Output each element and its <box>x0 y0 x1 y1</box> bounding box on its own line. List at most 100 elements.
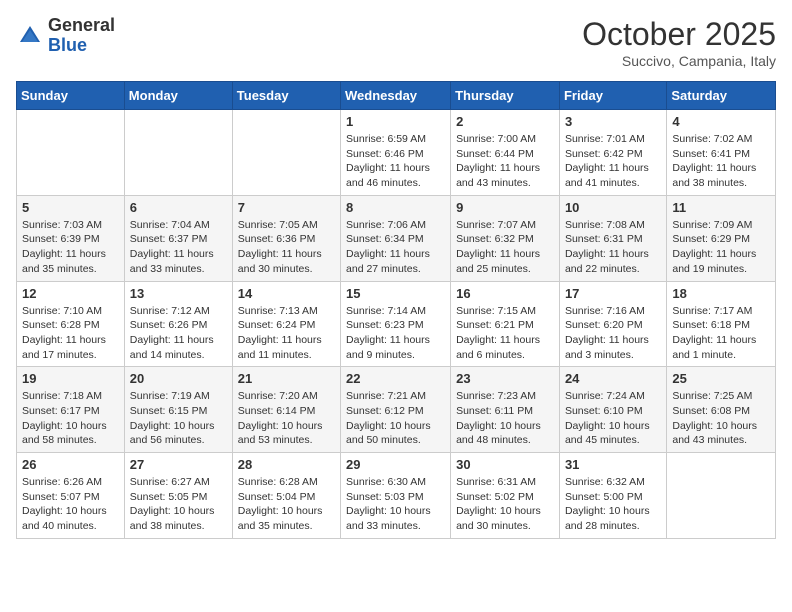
day-info: Sunrise: 7:18 AM Sunset: 6:17 PM Dayligh… <box>22 389 119 448</box>
calendar-cell: 26Sunrise: 6:26 AM Sunset: 5:07 PM Dayli… <box>17 453 125 539</box>
calendar-cell: 10 Sunrise: 7:08 AM Sunset: 6:31 PM Dayli… <box>559 195 666 281</box>
title-block: October 2025 Succivo, Campania, Italy <box>582 16 776 69</box>
day-number: 3 <box>565 114 661 129</box>
page-header: General Blue October 2025 Succivo, Campa… <box>16 16 776 69</box>
day-info: Sunrise: 6:28 AM Sunset: 5:04 PM Dayligh… <box>238 475 335 534</box>
calendar-cell: 15 Sunrise: 7:14 AM Sunset: 6:23 PM Dayli… <box>341 281 451 367</box>
calendar-cell: 20Sunrise: 7:19 AM Sunset: 6:15 PM Dayli… <box>124 367 232 453</box>
day-info: Sunrise: 6:27 AM Sunset: 5:05 PM Dayligh… <box>130 475 227 534</box>
weekday-header: Thursday <box>451 82 560 110</box>
calendar-week-row: 12Sunrise: 7:10 AM Sunset: 6:28 PM Dayli… <box>17 281 776 367</box>
calendar-cell: 19 Sunrise: 7:18 AM Sunset: 6:17 PM Dayli… <box>17 367 125 453</box>
calendar-week-row: 26Sunrise: 6:26 AM Sunset: 5:07 PM Dayli… <box>17 453 776 539</box>
calendar-cell: 14Sunrise: 7:13 AM Sunset: 6:24 PM Dayli… <box>232 281 340 367</box>
logo-general-text: General <box>48 16 115 36</box>
calendar-cell: 2 Sunrise: 7:00 AM Sunset: 6:44 PM Daylig… <box>451 110 560 196</box>
day-number: 23 <box>456 371 554 386</box>
day-number: 11 <box>672 200 770 215</box>
day-number: 12 <box>22 286 119 301</box>
calendar-cell <box>667 453 776 539</box>
day-number: 15 <box>346 286 445 301</box>
day-number: 24 <box>565 371 661 386</box>
day-info: Sunrise: 7:00 AM Sunset: 6:44 PM Dayligh… <box>456 132 554 191</box>
calendar-cell: 27 Sunrise: 6:27 AM Sunset: 5:05 PM Dayli… <box>124 453 232 539</box>
day-info: Sunrise: 7:01 AM Sunset: 6:42 PM Dayligh… <box>565 132 661 191</box>
day-info: Sunrise: 6:32 AM Sunset: 5:00 PM Dayligh… <box>565 475 661 534</box>
calendar-cell: 29 Sunrise: 6:30 AM Sunset: 5:03 PM Dayli… <box>341 453 451 539</box>
calendar-cell: 21Sunrise: 7:20 AM Sunset: 6:14 PM Dayli… <box>232 367 340 453</box>
day-number: 10 <box>565 200 661 215</box>
day-info: Sunrise: 7:25 AM Sunset: 6:08 PM Dayligh… <box>672 389 770 448</box>
calendar-cell: 9 Sunrise: 7:07 AM Sunset: 6:32 PM Daylig… <box>451 195 560 281</box>
day-number: 28 <box>238 457 335 472</box>
calendar-cell: 17 Sunrise: 7:16 AM Sunset: 6:20 PM Dayli… <box>559 281 666 367</box>
day-info: Sunrise: 7:02 AM Sunset: 6:41 PM Dayligh… <box>672 132 770 191</box>
calendar-cell <box>124 110 232 196</box>
day-info: Sunrise: 7:06 AM Sunset: 6:34 PM Dayligh… <box>346 218 445 277</box>
day-number: 17 <box>565 286 661 301</box>
day-info: Sunrise: 7:24 AM Sunset: 6:10 PM Dayligh… <box>565 389 661 448</box>
weekday-header: Monday <box>124 82 232 110</box>
calendar-cell: 6 Sunrise: 7:04 AM Sunset: 6:37 PM Daylig… <box>124 195 232 281</box>
location-subtitle: Succivo, Campania, Italy <box>582 53 776 69</box>
day-number: 21 <box>238 371 335 386</box>
day-info: Sunrise: 7:16 AM Sunset: 6:20 PM Dayligh… <box>565 304 661 363</box>
day-number: 31 <box>565 457 661 472</box>
day-info: Sunrise: 7:09 AM Sunset: 6:29 PM Dayligh… <box>672 218 770 277</box>
day-info: Sunrise: 7:13 AM Sunset: 6:24 PM Dayligh… <box>238 304 335 363</box>
calendar-table: SundayMondayTuesdayWednesdayThursdayFrid… <box>16 81 776 539</box>
day-number: 9 <box>456 200 554 215</box>
day-info: Sunrise: 7:21 AM Sunset: 6:12 PM Dayligh… <box>346 389 445 448</box>
weekday-header: Wednesday <box>341 82 451 110</box>
calendar-cell <box>17 110 125 196</box>
day-number: 4 <box>672 114 770 129</box>
calendar-week-row: 1Sunrise: 6:59 AM Sunset: 6:46 PM Daylig… <box>17 110 776 196</box>
day-number: 2 <box>456 114 554 129</box>
calendar-cell: 16 Sunrise: 7:15 AM Sunset: 6:21 PM Dayli… <box>451 281 560 367</box>
calendar-week-row: 5Sunrise: 7:03 AM Sunset: 6:39 PM Daylig… <box>17 195 776 281</box>
logo-text: General Blue <box>48 16 115 56</box>
logo: General Blue <box>16 16 115 56</box>
calendar-cell: 1Sunrise: 6:59 AM Sunset: 6:46 PM Daylig… <box>341 110 451 196</box>
logo-blue-text: Blue <box>48 36 115 56</box>
day-info: Sunrise: 7:05 AM Sunset: 6:36 PM Dayligh… <box>238 218 335 277</box>
calendar-week-row: 19 Sunrise: 7:18 AM Sunset: 6:17 PM Dayli… <box>17 367 776 453</box>
day-number: 26 <box>22 457 119 472</box>
weekday-header: Friday <box>559 82 666 110</box>
calendar-cell <box>232 110 340 196</box>
day-number: 8 <box>346 200 445 215</box>
day-info: Sunrise: 7:08 AM Sunset: 6:31 PM Dayligh… <box>565 218 661 277</box>
calendar-cell: 18Sunrise: 7:17 AM Sunset: 6:18 PM Dayli… <box>667 281 776 367</box>
day-number: 16 <box>456 286 554 301</box>
calendar-cell: 7 Sunrise: 7:05 AM Sunset: 6:36 PM Daylig… <box>232 195 340 281</box>
calendar-cell: 22Sunrise: 7:21 AM Sunset: 6:12 PM Dayli… <box>341 367 451 453</box>
calendar-cell: 30 Sunrise: 6:31 AM Sunset: 5:02 PM Dayli… <box>451 453 560 539</box>
day-info: Sunrise: 7:17 AM Sunset: 6:18 PM Dayligh… <box>672 304 770 363</box>
month-title: October 2025 <box>582 16 776 53</box>
day-info: Sunrise: 7:07 AM Sunset: 6:32 PM Dayligh… <box>456 218 554 277</box>
day-number: 27 <box>130 457 227 472</box>
calendar-cell: 5Sunrise: 7:03 AM Sunset: 6:39 PM Daylig… <box>17 195 125 281</box>
calendar-cell: 11 Sunrise: 7:09 AM Sunset: 6:29 PM Dayli… <box>667 195 776 281</box>
day-number: 13 <box>130 286 227 301</box>
day-info: Sunrise: 6:59 AM Sunset: 6:46 PM Dayligh… <box>346 132 445 191</box>
day-info: Sunrise: 7:23 AM Sunset: 6:11 PM Dayligh… <box>456 389 554 448</box>
day-number: 6 <box>130 200 227 215</box>
day-info: Sunrise: 7:12 AM Sunset: 6:26 PM Dayligh… <box>130 304 227 363</box>
weekday-header: Tuesday <box>232 82 340 110</box>
day-info: Sunrise: 7:04 AM Sunset: 6:37 PM Dayligh… <box>130 218 227 277</box>
day-info: Sunrise: 7:15 AM Sunset: 6:21 PM Dayligh… <box>456 304 554 363</box>
day-info: Sunrise: 7:14 AM Sunset: 6:23 PM Dayligh… <box>346 304 445 363</box>
day-info: Sunrise: 6:30 AM Sunset: 5:03 PM Dayligh… <box>346 475 445 534</box>
logo-icon <box>16 22 44 50</box>
day-number: 19 <box>22 371 119 386</box>
day-number: 25 <box>672 371 770 386</box>
day-number: 30 <box>456 457 554 472</box>
day-info: Sunrise: 6:31 AM Sunset: 5:02 PM Dayligh… <box>456 475 554 534</box>
day-number: 7 <box>238 200 335 215</box>
calendar-cell: 3 Sunrise: 7:01 AM Sunset: 6:42 PM Daylig… <box>559 110 666 196</box>
calendar-cell: 13 Sunrise: 7:12 AM Sunset: 6:26 PM Dayli… <box>124 281 232 367</box>
calendar-cell: 8 Sunrise: 7:06 AM Sunset: 6:34 PM Daylig… <box>341 195 451 281</box>
weekday-header: Sunday <box>17 82 125 110</box>
day-number: 29 <box>346 457 445 472</box>
